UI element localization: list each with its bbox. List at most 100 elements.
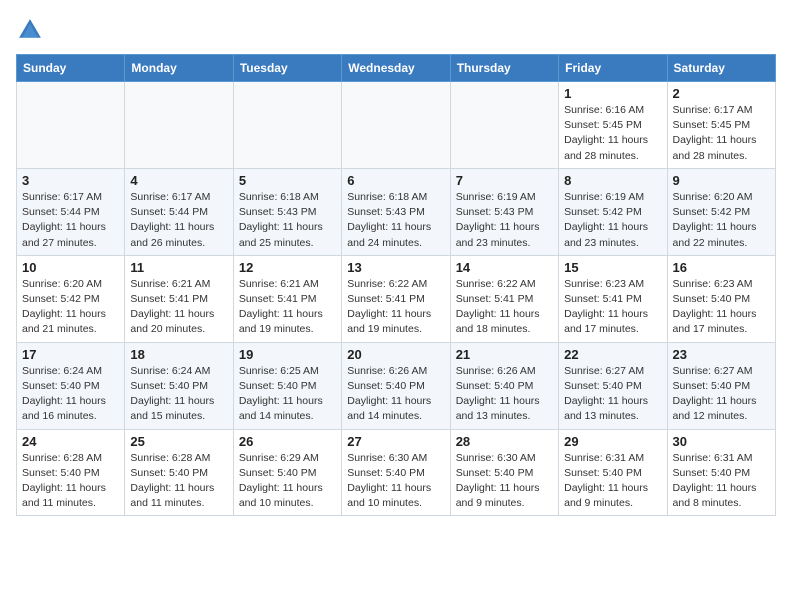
cell-info: Sunrise: 6:20 AMSunset: 5:42 PMDaylight:…: [673, 190, 770, 251]
calendar-cell: [450, 82, 558, 169]
cell-info: Sunrise: 6:30 AMSunset: 5:40 PMDaylight:…: [456, 451, 553, 512]
cell-info: Sunrise: 6:23 AMSunset: 5:41 PMDaylight:…: [564, 277, 661, 338]
cell-info: Sunrise: 6:18 AMSunset: 5:43 PMDaylight:…: [347, 190, 444, 251]
day-number: 23: [673, 347, 770, 362]
calendar-cell: [125, 82, 233, 169]
cell-info: Sunrise: 6:17 AMSunset: 5:44 PMDaylight:…: [130, 190, 227, 251]
day-number: 12: [239, 260, 336, 275]
cell-info: Sunrise: 6:26 AMSunset: 5:40 PMDaylight:…: [456, 364, 553, 425]
day-number: 10: [22, 260, 119, 275]
cell-info: Sunrise: 6:27 AMSunset: 5:40 PMDaylight:…: [673, 364, 770, 425]
page-header: [16, 16, 776, 44]
day-number: 24: [22, 434, 119, 449]
day-number: 26: [239, 434, 336, 449]
day-number: 20: [347, 347, 444, 362]
calendar-cell: 24 Sunrise: 6:28 AMSunset: 5:40 PMDayligh…: [17, 429, 125, 516]
calendar-cell: 7Sunrise: 6:19 AMSunset: 5:43 PMDaylight…: [450, 168, 558, 255]
calendar-cell: 14Sunrise: 6:22 AMSunset: 5:41 PMDayligh…: [450, 255, 558, 342]
cell-info: Sunrise: 6:19 AMSunset: 5:42 PMDaylight:…: [564, 190, 661, 251]
day-number: 22: [564, 347, 661, 362]
weekday-header-wednesday: Wednesday: [342, 55, 450, 82]
calendar-cell: 4 Sunrise: 6:17 AMSunset: 5:44 PMDaylight…: [125, 168, 233, 255]
cell-info: Sunrise: 6:31 AMSunset: 5:40 PMDaylight:…: [564, 451, 661, 512]
cell-info: Sunrise: 6:25 AMSunset: 5:40 PMDaylight:…: [239, 364, 336, 425]
calendar-cell: 21 Sunrise: 6:26 AMSunset: 5:40 PMDayligh…: [450, 342, 558, 429]
cell-info: Sunrise: 6:28 AMSunset: 5:40 PMDaylight:…: [130, 451, 227, 512]
calendar-cell: [17, 82, 125, 169]
calendar-cell: 5Sunrise: 6:18 AMSunset: 5:43 PMDaylight…: [233, 168, 341, 255]
day-number: 6: [347, 173, 444, 188]
calendar-cell: 1Sunrise: 6:16 AMSunset: 5:45 PMDaylight…: [559, 82, 667, 169]
calendar-body: 1Sunrise: 6:16 AMSunset: 5:45 PMDaylight…: [17, 82, 776, 516]
logo: [16, 16, 48, 44]
week-row-2: 3Sunrise: 6:17 AMSunset: 5:44 PMDaylight…: [17, 168, 776, 255]
cell-info: Sunrise: 6:27 AMSunset: 5:40 PMDaylight:…: [564, 364, 661, 425]
calendar-cell: 29 Sunrise: 6:31 AMSunset: 5:40 PMDayligh…: [559, 429, 667, 516]
cell-info: Sunrise: 6:31 AMSunset: 5:40 PMDaylight:…: [673, 451, 770, 512]
calendar-cell: 22 Sunrise: 6:27 AMSunset: 5:40 PMDayligh…: [559, 342, 667, 429]
day-number: 8: [564, 173, 661, 188]
calendar-cell: 9Sunrise: 6:20 AMSunset: 5:42 PMDaylight…: [667, 168, 775, 255]
calendar-cell: 16Sunrise: 6:23 AMSunset: 5:40 PMDayligh…: [667, 255, 775, 342]
weekday-row: SundayMondayTuesdayWednesdayThursdayFrid…: [17, 55, 776, 82]
calendar-cell: 3Sunrise: 6:17 AMSunset: 5:44 PMDaylight…: [17, 168, 125, 255]
calendar-cell: 19 Sunrise: 6:25 AMSunset: 5:40 PMDayligh…: [233, 342, 341, 429]
day-number: 13: [347, 260, 444, 275]
calendar-cell: 27 Sunrise: 6:30 AMSunset: 5:40 PMDayligh…: [342, 429, 450, 516]
calendar-cell: 13 Sunrise: 6:22 AMSunset: 5:41 PMDayligh…: [342, 255, 450, 342]
calendar-cell: [233, 82, 341, 169]
cell-info: Sunrise: 6:26 AMSunset: 5:40 PMDaylight:…: [347, 364, 444, 425]
cell-info: Sunrise: 6:24 AMSunset: 5:40 PMDaylight:…: [22, 364, 119, 425]
cell-info: Sunrise: 6:21 AMSunset: 5:41 PMDaylight:…: [239, 277, 336, 338]
day-number: 19: [239, 347, 336, 362]
cell-info: Sunrise: 6:17 AMSunset: 5:44 PMDaylight:…: [22, 190, 119, 251]
day-number: 21: [456, 347, 553, 362]
cell-info: Sunrise: 6:22 AMSunset: 5:41 PMDaylight:…: [347, 277, 444, 338]
calendar-cell: 11 Sunrise: 6:21 AMSunset: 5:41 PMDayligh…: [125, 255, 233, 342]
weekday-header-sunday: Sunday: [17, 55, 125, 82]
weekday-header-friday: Friday: [559, 55, 667, 82]
week-row-4: 17 Sunrise: 6:24 AMSunset: 5:40 PMDayligh…: [17, 342, 776, 429]
day-number: 30: [673, 434, 770, 449]
day-number: 29: [564, 434, 661, 449]
weekday-header-monday: Monday: [125, 55, 233, 82]
logo-icon: [16, 16, 44, 44]
calendar-cell: 17 Sunrise: 6:24 AMSunset: 5:40 PMDayligh…: [17, 342, 125, 429]
calendar-header: SundayMondayTuesdayWednesdayThursdayFrid…: [17, 55, 776, 82]
calendar-cell: 12 Sunrise: 6:21 AMSunset: 5:41 PMDayligh…: [233, 255, 341, 342]
cell-info: Sunrise: 6:22 AMSunset: 5:41 PMDaylight:…: [456, 277, 553, 338]
day-number: 25: [130, 434, 227, 449]
day-number: 16: [673, 260, 770, 275]
calendar-cell: 30 Sunrise: 6:31 AMSunset: 5:40 PMDayligh…: [667, 429, 775, 516]
day-number: 27: [347, 434, 444, 449]
calendar-cell: 6 Sunrise: 6:18 AMSunset: 5:43 PMDaylight…: [342, 168, 450, 255]
cell-info: Sunrise: 6:30 AMSunset: 5:40 PMDaylight:…: [347, 451, 444, 512]
calendar-cell: 18 Sunrise: 6:24 AMSunset: 5:40 PMDayligh…: [125, 342, 233, 429]
calendar-cell: 2Sunrise: 6:17 AMSunset: 5:45 PMDaylight…: [667, 82, 775, 169]
day-number: 28: [456, 434, 553, 449]
calendar-cell: 25 Sunrise: 6:28 AMSunset: 5:40 PMDayligh…: [125, 429, 233, 516]
calendar-cell: 15 Sunrise: 6:23 AMSunset: 5:41 PMDayligh…: [559, 255, 667, 342]
calendar-cell: 26 Sunrise: 6:29 AMSunset: 5:40 PMDayligh…: [233, 429, 341, 516]
cell-info: Sunrise: 6:28 AMSunset: 5:40 PMDaylight:…: [22, 451, 119, 512]
weekday-header-saturday: Saturday: [667, 55, 775, 82]
calendar-cell: 23 Sunrise: 6:27 AMSunset: 5:40 PMDayligh…: [667, 342, 775, 429]
cell-info: Sunrise: 6:21 AMSunset: 5:41 PMDaylight:…: [130, 277, 227, 338]
calendar-table: SundayMondayTuesdayWednesdayThursdayFrid…: [16, 54, 776, 516]
day-number: 18: [130, 347, 227, 362]
cell-info: Sunrise: 6:24 AMSunset: 5:40 PMDaylight:…: [130, 364, 227, 425]
calendar-cell: [342, 82, 450, 169]
day-number: 11: [130, 260, 227, 275]
cell-info: Sunrise: 6:29 AMSunset: 5:40 PMDaylight:…: [239, 451, 336, 512]
calendar-cell: 10Sunrise: 6:20 AMSunset: 5:42 PMDayligh…: [17, 255, 125, 342]
cell-info: Sunrise: 6:18 AMSunset: 5:43 PMDaylight:…: [239, 190, 336, 251]
day-number: 17: [22, 347, 119, 362]
day-number: 15: [564, 260, 661, 275]
weekday-header-thursday: Thursday: [450, 55, 558, 82]
day-number: 4: [130, 173, 227, 188]
cell-info: Sunrise: 6:16 AMSunset: 5:45 PMDaylight:…: [564, 103, 661, 164]
calendar-cell: 28 Sunrise: 6:30 AMSunset: 5:40 PMDayligh…: [450, 429, 558, 516]
week-row-1: 1Sunrise: 6:16 AMSunset: 5:45 PMDaylight…: [17, 82, 776, 169]
week-row-3: 10Sunrise: 6:20 AMSunset: 5:42 PMDayligh…: [17, 255, 776, 342]
cell-info: Sunrise: 6:19 AMSunset: 5:43 PMDaylight:…: [456, 190, 553, 251]
